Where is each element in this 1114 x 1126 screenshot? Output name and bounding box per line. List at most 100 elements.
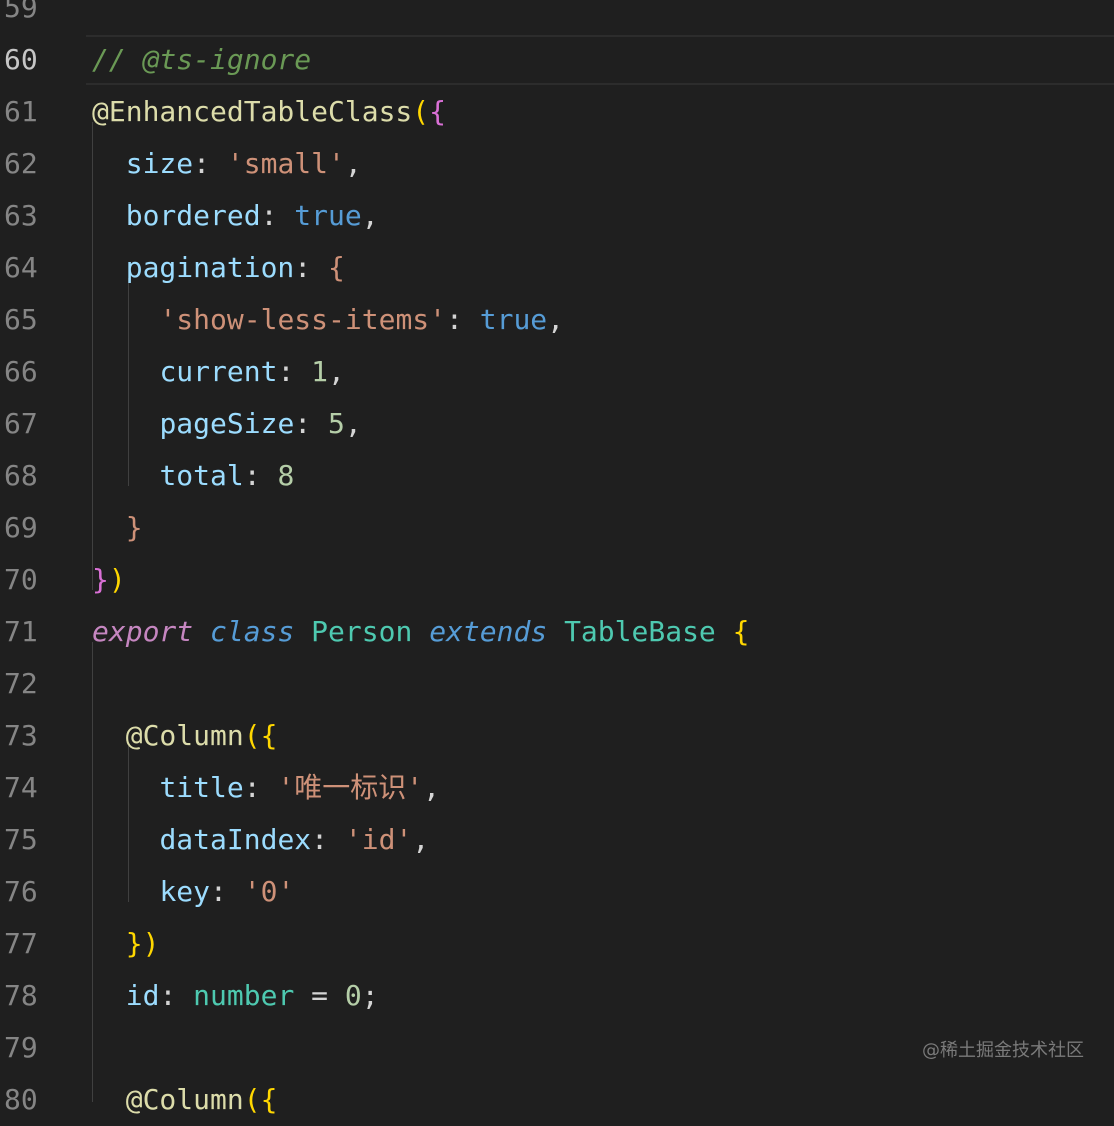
code-line[interactable]: 69 }	[0, 502, 1114, 554]
code-line[interactable]: 72	[0, 658, 1114, 710]
line-number: 74	[4, 771, 38, 804]
code-token: @Column	[125, 1083, 244, 1116]
code-token: ,	[423, 771, 441, 804]
code-token: ;	[361, 979, 379, 1012]
code-editor[interactable]: 59 60 // @ts-ignore 61 @EnhancedTableClass({…	[0, 0, 1114, 1126]
code-token: pagination	[125, 251, 295, 284]
code-line[interactable]: 78 id: number = 0;	[0, 970, 1114, 1022]
code-token: :	[243, 771, 278, 804]
line-number: 60	[4, 43, 38, 76]
code-text: })	[92, 918, 160, 970]
line-number: 67	[4, 407, 38, 440]
code-text: 'show-less-items': true,	[92, 294, 564, 346]
watermark: @稀土掘金技术社区	[922, 1040, 1084, 1061]
code-token: :	[159, 979, 194, 1012]
code-token: ,	[361, 199, 379, 232]
line-number: 80	[4, 1083, 38, 1116]
code-token: pageSize	[159, 407, 295, 440]
code-token: class	[210, 615, 295, 648]
code-token: true	[479, 303, 548, 336]
code-line[interactable]: 68 total: 8	[0, 450, 1114, 502]
code-token: :	[446, 303, 480, 336]
code-token: 'show-less-items'	[159, 303, 447, 336]
code-line[interactable]: 65 'show-less-items': true,	[0, 294, 1114, 346]
code-text: export class Person extends TableBase {	[92, 606, 750, 658]
code-text: pagination: {	[92, 242, 345, 294]
line-number: 70	[4, 563, 38, 596]
code-token: 'id'	[344, 823, 413, 856]
code-text: })	[92, 554, 126, 606]
code-line[interactable]: 80 @Column({	[0, 1074, 1114, 1126]
code-line[interactable]: 75 dataIndex: 'id',	[0, 814, 1114, 866]
code-token: Person	[311, 615, 413, 648]
code-token: )	[142, 927, 160, 960]
code-line[interactable]: 70})	[0, 554, 1114, 606]
code-line[interactable]: 60 // @ts-ignore	[0, 34, 1114, 86]
code-token: (	[243, 1083, 261, 1116]
line-number: 72	[4, 667, 38, 700]
code-line[interactable]: 64 pagination: {	[0, 242, 1114, 294]
code-line[interactable]: 77 })	[0, 918, 1114, 970]
code-token: =	[294, 979, 345, 1012]
code-token: number	[193, 979, 295, 1012]
code-token: }	[92, 563, 109, 596]
code-token: @Column	[125, 719, 244, 752]
code-line[interactable]: 66 current: 1,	[0, 346, 1114, 398]
code-token: bordered	[125, 199, 261, 232]
code-token: ,	[344, 147, 362, 180]
code-token: TableBase	[564, 615, 716, 648]
code-token: 8	[277, 459, 295, 492]
code-line[interactable]: 61 @EnhancedTableClass({	[0, 86, 1114, 138]
code-line[interactable]: 74 title: '唯一标识',	[0, 762, 1114, 814]
code-line[interactable]: 76 key: '0'	[0, 866, 1114, 918]
code-token: :	[294, 407, 329, 440]
code-token: (	[243, 719, 261, 752]
line-number: 61	[4, 95, 38, 128]
code-token: :	[294, 251, 329, 284]
code-text: dataIndex: 'id',	[92, 814, 429, 866]
code-line[interactable]: 71 export class Person extends TableBase …	[0, 606, 1114, 658]
code-token: }	[125, 927, 143, 960]
code-text: }	[92, 502, 143, 554]
code-text: key: '0'	[92, 866, 294, 918]
line-number: 71	[4, 615, 38, 648]
line-number: 76	[4, 875, 38, 908]
code-token: @EnhancedTableClass	[92, 95, 413, 128]
code-token: '0'	[243, 875, 295, 908]
line-number: 78	[4, 979, 38, 1012]
code-token: :	[210, 875, 244, 908]
code-text: @Column({	[92, 1074, 278, 1126]
code-token: // @ts-ignore	[92, 43, 312, 76]
code-text: total: 8	[92, 450, 294, 502]
code-line[interactable]: 67 pageSize: 5,	[0, 398, 1114, 450]
line-number: 73	[4, 719, 38, 752]
code-line[interactable]: 59	[0, 0, 1114, 34]
code-token: :	[311, 823, 345, 856]
code-line[interactable]: 73 @Column({	[0, 710, 1114, 762]
code-token: export	[92, 615, 194, 648]
code-text: @EnhancedTableClass({	[92, 86, 446, 138]
code-token: 'small'	[226, 147, 345, 180]
code-text: current: 1,	[92, 346, 344, 398]
code-lines: 59 60 // @ts-ignore 61 @EnhancedTableClass({…	[0, 0, 1114, 1126]
code-token: :	[260, 199, 295, 232]
line-number: 65	[4, 303, 38, 336]
code-text: title: '唯一标识',	[92, 762, 440, 814]
code-token: extends	[429, 615, 548, 648]
code-token: total	[159, 459, 244, 492]
line-number: 79	[4, 1031, 38, 1064]
code-line[interactable]: 62 size: 'small',	[0, 138, 1114, 190]
code-line[interactable]: 63 bordered: true,	[0, 190, 1114, 242]
